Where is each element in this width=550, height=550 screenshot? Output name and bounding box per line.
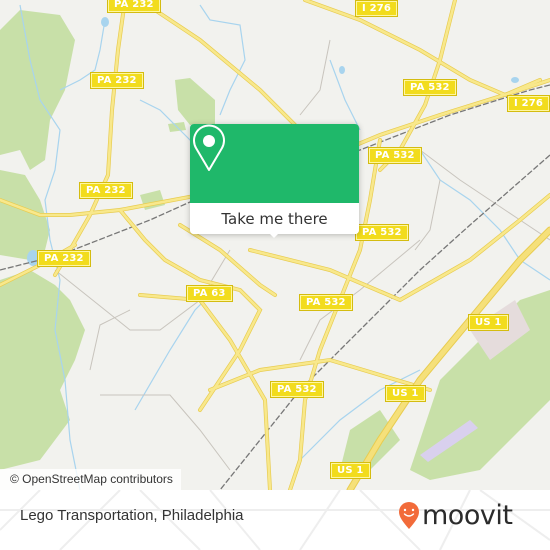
road-shield: PA 532 xyxy=(270,381,324,398)
map-attribution[interactable]: © OpenStreetMap contributors xyxy=(0,469,181,490)
location-popup: Take me there xyxy=(190,124,359,238)
road-shield: US 1 xyxy=(468,314,509,331)
road-shield: PA 532 xyxy=(368,147,422,164)
map-view[interactable]: PA 232 PA 232 PA 232 PA 232 I 276 I 276 … xyxy=(0,0,550,490)
map-pin-icon xyxy=(193,124,225,171)
road-shield: PA 532 xyxy=(403,79,457,96)
place-name: Lego Transportation, Philadelphia xyxy=(20,507,244,524)
popup-header xyxy=(190,124,359,203)
road-shield: PA 232 xyxy=(90,72,144,89)
road-shield: PA 232 xyxy=(79,182,133,199)
footer: Lego Transportation, Philadelphia moovit xyxy=(0,490,550,550)
road-shield: US 1 xyxy=(330,462,371,479)
road-shield: I 276 xyxy=(506,95,550,112)
map-layer xyxy=(0,0,550,490)
moovit-wordmark: moovit xyxy=(422,500,513,531)
road-shield: PA 63 xyxy=(186,285,233,302)
moovit-pin-icon xyxy=(399,501,419,529)
road-shield: PA 232 xyxy=(37,250,91,267)
road-shield: PA 532 xyxy=(355,224,409,241)
popup-tail xyxy=(266,230,282,238)
road-shield: US 1 xyxy=(385,385,426,402)
road-shield: PA 532 xyxy=(299,294,353,311)
road-shield: PA 232 xyxy=(107,0,161,13)
road-shield: I 276 xyxy=(354,0,399,17)
moovit-logo[interactable]: moovit xyxy=(398,500,513,531)
